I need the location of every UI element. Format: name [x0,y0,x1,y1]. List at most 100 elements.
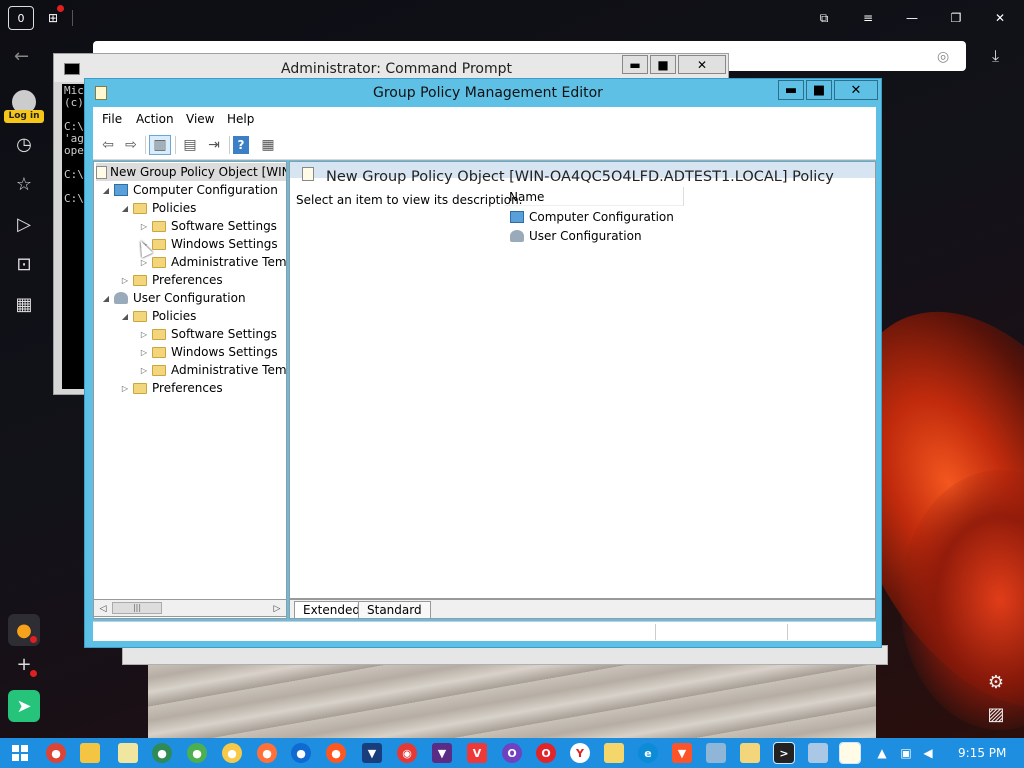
show-action-pane-icon[interactable]: ▦ [257,135,279,155]
tree-item-user-configuration[interactable]: ◢ User Configuration [100,289,246,307]
cmd-close-button[interactable]: ✕ [678,55,726,74]
play-icon[interactable]: ▷ [12,212,36,236]
ad-tool-icon[interactable] [808,743,828,763]
network-icon[interactable]: ▣ [898,745,914,761]
image-icon[interactable]: ▨ [984,702,1008,726]
tree-item-policies[interactable]: ◢ Policies [119,199,196,217]
menu-view[interactable]: View [186,112,214,126]
notepad-icon[interactable] [118,743,138,763]
opera-icon[interactable]: O [536,743,556,763]
collapse-arrow-icon[interactable]: ◢ [119,312,131,321]
chrome-dev-icon[interactable]: ● [222,743,242,763]
tree-root[interactable]: New Group Policy Object [WIN- [96,163,286,181]
camera-icon[interactable]: ◎ [937,49,949,65]
edge-icon[interactable]: e [638,743,658,763]
tree-item-computer-configuration[interactable]: ◢ Computer Configuration [100,181,278,199]
server-manager-icon[interactable] [706,743,726,763]
tree-item-windows-settings[interactable]: ▷ Windows Settings [138,343,278,361]
show-hide-tree-icon[interactable]: ▥ [149,135,171,155]
gpe-close-button[interactable]: ✕ [834,80,878,100]
sticky-notes-icon[interactable] [740,743,760,763]
scroll-right-icon[interactable]: ▷ [270,602,284,615]
scroll-thumb[interactable]: ||| [112,602,162,614]
menu-file[interactable]: File [102,112,122,126]
expand-arrow-icon[interactable]: ▷ [119,276,131,285]
tree-pane[interactable]: New Group Policy Object [WIN- ◢ Computer… [93,161,287,619]
tree-item-software-settings[interactable]: ▷ Software Settings [138,217,277,235]
help-icon[interactable]: ? [233,136,249,154]
tree-item-preferences[interactable]: ▷ Preferences [119,271,223,289]
gpe-minimize-button[interactable]: ▬ [778,80,804,100]
list-item[interactable]: User Configuration [508,227,642,245]
vivaldi-alt-icon[interactable]: ◉ [397,743,417,763]
apps-grid-icon[interactable]: ▦ [12,292,36,316]
tab-standard[interactable]: Standard [358,601,431,618]
back-arrow-icon[interactable]: ← [14,46,29,67]
start-button[interactable] [12,745,28,761]
expand-arrow-icon[interactable]: ▷ [138,366,150,375]
tree-item-windows-settings[interactable]: ▷ Windows Settings [138,235,278,253]
login-button[interactable]: Log in [4,110,44,123]
taskbar-clock[interactable]: 9:15 PM [958,746,1006,760]
send-icon[interactable]: ➤ [8,690,40,722]
expand-arrow-icon[interactable]: ▷ [138,258,150,267]
chrome-canary-icon[interactable]: ● [152,743,172,763]
folder-app-icon[interactable] [604,743,624,763]
expand-arrow-icon[interactable]: ▷ [138,330,150,339]
tree-item-preferences[interactable]: ▷ Preferences [119,379,223,397]
minimize-icon[interactable]: — [899,6,925,30]
cmd-maximize-button[interactable]: ■ [650,55,676,74]
chrome-beta-icon[interactable]: ● [187,743,207,763]
details-pane[interactable]: New Group Policy Object [WIN-OA4QC5O4LFD… [289,161,876,599]
back-icon[interactable]: ⇦ [97,135,119,155]
export-list-icon[interactable]: ⇥ [203,135,225,155]
brave-icon[interactable]: ▼ [672,743,692,763]
menu-action[interactable]: Action [136,112,174,126]
star-icon[interactable]: ☆ [12,172,36,196]
collapse-arrow-icon[interactable]: ◢ [100,294,112,303]
cmd-minimize-button[interactable]: ▬ [622,55,648,74]
chrome-icon[interactable]: ● [46,743,66,763]
collapse-arrow-icon[interactable]: ◢ [100,186,112,195]
shield-browser-icon[interactable]: ▼ [362,743,382,763]
bookmark-icon[interactable]: ⧉ [811,6,837,30]
file-explorer-icon[interactable] [80,743,100,763]
volume-muted-icon[interactable]: ◀ [920,745,936,761]
tree-horizontal-scrollbar[interactable]: ◁ ||| ▷ [93,599,287,617]
gpe-window[interactable]: Group Policy Management Editor ▬ ■ ✕ Fil… [84,78,882,648]
list-item[interactable]: Computer Configuration [508,208,674,226]
screenshot-icon[interactable]: ⊡ [12,252,36,276]
forward-icon[interactable]: ⇨ [120,135,142,155]
expand-arrow-icon[interactable]: ▷ [138,348,150,357]
collapse-arrow-icon[interactable]: ◢ [119,204,131,213]
tree-item-administrative-templates[interactable]: ▷ Administrative Temp [138,361,286,379]
expand-arrow-icon[interactable]: ▷ [138,222,150,231]
gpe-maximize-button[interactable]: ■ [806,80,832,100]
restore-icon[interactable]: ❐ [943,6,969,30]
gpe-title-bar[interactable]: Group Policy Management Editor ▬ ■ ✕ [85,79,881,106]
firefox-icon[interactable]: ● [257,743,277,763]
cmd-taskbar-icon[interactable]: > [773,742,795,764]
tree-item-software-settings[interactable]: ▷ Software Settings [138,325,277,343]
settings-gear-icon[interactable]: ⚙ [984,670,1008,694]
firefox-nightly-icon[interactable]: ● [326,743,346,763]
tab-count-button[interactable]: 0 [8,6,34,30]
properties-icon[interactable]: ▤ [179,135,201,155]
tree-item-policies[interactable]: ◢ Policies [119,307,196,325]
close-icon[interactable]: ✕ [987,6,1013,30]
menu-help[interactable]: Help [227,112,254,126]
history-icon[interactable]: ◷ [12,132,36,156]
vivaldi-icon[interactable]: V [467,743,487,763]
opera-gx-icon[interactable]: O [502,743,522,763]
tor-icon[interactable]: ▼ [432,743,452,763]
scroll-left-icon[interactable]: ◁ [96,602,110,615]
tree-item-administrative-templates[interactable]: ▷ Administrative Temp [138,253,286,271]
download-icon[interactable]: ⤓ [992,46,999,66]
gpe-taskbar-icon[interactable] [839,742,861,764]
yandex-icon[interactable]: Y [570,743,590,763]
menu-icon[interactable]: ≡ [855,6,881,30]
tray-chevron-icon[interactable]: ▲ [874,745,890,761]
column-header-name[interactable]: Name [504,187,684,206]
firefox-dev-icon[interactable]: ● [291,743,311,763]
expand-arrow-icon[interactable]: ▷ [119,384,131,393]
